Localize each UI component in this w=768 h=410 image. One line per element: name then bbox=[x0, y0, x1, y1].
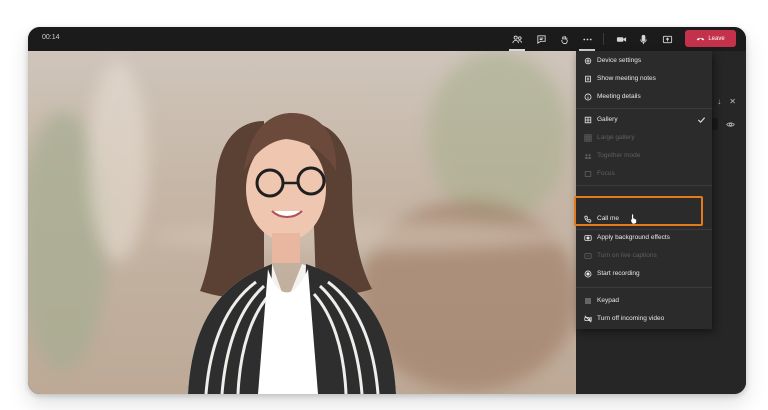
notes-icon bbox=[583, 74, 592, 83]
menu-item-label: Keypad bbox=[597, 297, 620, 304]
menu-item-show-meeting-notes[interactable]: Show meeting notes bbox=[576, 71, 712, 86]
menu-item-apply-background-effects[interactable]: Apply background effects bbox=[576, 230, 712, 245]
download-icon[interactable]: ↓ bbox=[717, 97, 721, 107]
menu-item-label: Show meeting notes bbox=[597, 75, 656, 82]
share-button[interactable] bbox=[659, 31, 675, 47]
large-gallery-icon bbox=[583, 133, 592, 142]
chat-icon bbox=[536, 34, 546, 44]
menu-item-label: Gallery bbox=[597, 116, 618, 123]
menu-item-label: Apply background effects bbox=[597, 234, 670, 241]
mic-button[interactable] bbox=[635, 31, 651, 47]
menu-divider bbox=[576, 185, 712, 186]
menu-item-start-recording[interactable]: Start recording bbox=[576, 266, 712, 281]
together-mode-icon bbox=[583, 151, 592, 160]
call-timer: 00:14 bbox=[42, 34, 60, 41]
chat-button[interactable] bbox=[533, 31, 549, 47]
menu-item-label: Focus bbox=[597, 170, 615, 177]
menu-item-label: Start recording bbox=[597, 270, 640, 277]
camera-icon bbox=[616, 36, 626, 42]
menu-item-label: Device settings bbox=[597, 57, 642, 64]
info-icon bbox=[583, 92, 592, 101]
hand-cursor-icon bbox=[630, 213, 637, 224]
menu-item-label: Meeting details bbox=[597, 93, 641, 100]
people-button[interactable] bbox=[509, 31, 525, 51]
menu-item-label: Together mode bbox=[597, 152, 641, 159]
menu-item-keypad[interactable]: Keypad bbox=[576, 293, 712, 308]
leave-label: Leave bbox=[708, 35, 725, 42]
menu-item-gallery[interactable]: Gallery bbox=[576, 112, 712, 127]
raise-hand-icon bbox=[560, 35, 568, 44]
raise-hand-button[interactable] bbox=[556, 31, 572, 47]
more-icon bbox=[582, 38, 592, 40]
menu-item-label: Turn on live captions bbox=[597, 252, 657, 259]
keypad-icon bbox=[583, 296, 592, 305]
background-effects-icon bbox=[583, 233, 592, 242]
more-actions-menu: Device settings Show meeting notes Meeti… bbox=[576, 51, 712, 329]
person-figure bbox=[188, 113, 396, 394]
toolbar-divider bbox=[603, 33, 604, 45]
participant-video bbox=[28, 51, 576, 394]
leave-button[interactable]: Leave bbox=[685, 30, 736, 47]
menu-item-turn-off-incoming-video[interactable]: Turn off incoming video bbox=[576, 311, 712, 326]
menu-item-focus: Focus bbox=[576, 166, 712, 181]
menu-item-live-captions: Turn on live captions bbox=[576, 248, 712, 263]
menu-divider bbox=[576, 108, 712, 109]
close-icon[interactable]: ✕ bbox=[729, 97, 736, 107]
camera-button[interactable] bbox=[613, 31, 629, 47]
hang-up-icon bbox=[697, 37, 705, 41]
record-icon bbox=[583, 269, 592, 278]
menu-item-label: Turn off incoming video bbox=[597, 315, 665, 322]
mic-icon bbox=[639, 34, 647, 44]
eye-icon[interactable] bbox=[726, 120, 735, 129]
people-icon bbox=[511, 35, 522, 43]
focus-icon bbox=[583, 169, 592, 178]
menu-item-device-settings[interactable]: Device settings bbox=[576, 53, 712, 68]
menu-divider bbox=[576, 287, 712, 288]
more-actions-button[interactable] bbox=[579, 31, 595, 51]
captions-icon bbox=[583, 251, 592, 260]
menu-item-large-gallery: Large gallery bbox=[576, 130, 712, 145]
share-icon bbox=[662, 35, 672, 43]
video-off-icon bbox=[583, 314, 592, 323]
menu-item-meeting-details[interactable]: Meeting details bbox=[576, 89, 712, 104]
menu-item-label: Large gallery bbox=[597, 134, 635, 141]
meeting-toolbar: 00:14 Leave bbox=[28, 27, 746, 51]
gear-icon bbox=[583, 56, 592, 65]
gallery-icon bbox=[583, 115, 592, 124]
menu-item-together-mode: Together mode bbox=[576, 148, 712, 163]
check-icon bbox=[697, 117, 706, 124]
highlight-box bbox=[574, 196, 703, 226]
